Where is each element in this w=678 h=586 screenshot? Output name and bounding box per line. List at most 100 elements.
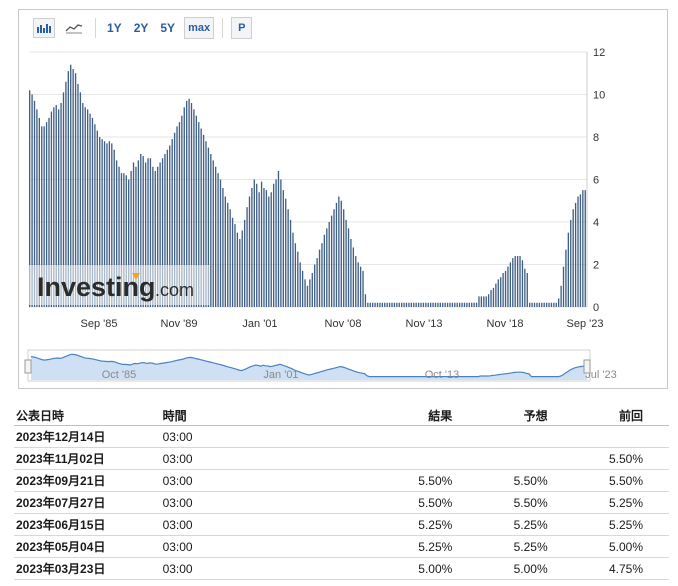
bar (524, 268, 526, 307)
y-tick-label: 6 (593, 175, 599, 187)
x-tick-label: Nov '18 (487, 318, 524, 330)
bar (304, 279, 306, 308)
bar (475, 302, 478, 307)
bar (584, 190, 586, 308)
bar (393, 302, 396, 307)
bar (345, 219, 347, 308)
bar (318, 249, 321, 308)
bar (471, 302, 473, 307)
table-row: 2023年12月14日 03:00 (14, 425, 669, 448)
bar (536, 302, 538, 307)
bar (545, 302, 548, 307)
bar (466, 302, 468, 307)
bar (512, 258, 514, 308)
navigator[interactable]: Oct '85 Jan '01 Oct '13 Jul '23 (24, 349, 617, 382)
cell-date: 2023年12月14日 (14, 425, 161, 448)
bar (282, 190, 284, 308)
bar (372, 302, 374, 307)
bar (239, 239, 241, 307)
header-previous[interactable]: 前回 (549, 405, 669, 426)
bar (275, 179, 277, 307)
bar (326, 228, 328, 308)
table-header-row: 公表日時 時間 結果 予想 前回 (14, 405, 669, 426)
navigator-tick-label: Jan '01 (263, 369, 298, 381)
bar (519, 256, 521, 307)
bar (396, 302, 398, 307)
bar (574, 202, 577, 308)
header-forecast[interactable]: 予想 (454, 405, 550, 426)
bar (439, 302, 441, 307)
bar (451, 302, 454, 307)
bar (248, 196, 251, 307)
chart-panel: 1Y 2Y 5Y max P 0 2 4 6 8 10 12 Sep '85 Nov '89 J… (18, 9, 668, 389)
investing-logo: Investing .com (29, 265, 209, 305)
cell-date: 2023年06月15日 (14, 513, 161, 536)
navigator-left-handle[interactable] (24, 359, 32, 374)
bar (456, 302, 458, 307)
bar (241, 230, 243, 307)
bar (461, 302, 463, 307)
bar (577, 196, 579, 307)
header-actual[interactable]: 結果 (344, 405, 455, 426)
cell-previous: 4.75% (549, 557, 669, 580)
bar (422, 302, 425, 307)
cell-actual: 5.25% (344, 535, 455, 558)
x-tick-label: Sep '85 (81, 318, 118, 330)
bar (251, 188, 253, 307)
bar (376, 302, 379, 307)
bar (369, 302, 371, 307)
bar (516, 256, 519, 307)
bar (219, 179, 222, 307)
bar (388, 302, 391, 307)
cell-forecast: 5.50% (454, 469, 550, 492)
bar (268, 196, 270, 307)
bar (357, 262, 359, 308)
bar (485, 296, 487, 308)
bar (359, 266, 362, 308)
bar (335, 202, 338, 308)
bar (289, 219, 292, 308)
cell-time: 03:00 (160, 535, 345, 558)
bar (531, 302, 533, 307)
bar (543, 302, 545, 307)
bar (260, 181, 263, 308)
cell-actual: 5.50% (344, 491, 455, 514)
cell-forecast: 5.00% (454, 557, 550, 580)
x-tick-label: Nov '89 (161, 318, 198, 330)
bar (234, 224, 236, 308)
header-date[interactable]: 公表日時 (14, 405, 161, 426)
bar (567, 232, 570, 308)
bar (529, 302, 531, 307)
cell-date: 2023年05月04日 (14, 535, 161, 558)
bar (355, 256, 357, 307)
bar (330, 215, 333, 308)
bar (579, 194, 582, 308)
bar (442, 302, 444, 307)
bar (311, 273, 313, 307)
bar (487, 294, 490, 307)
bar (483, 296, 485, 308)
bar (454, 302, 456, 307)
bar (492, 287, 495, 308)
cell-forecast (454, 447, 550, 470)
bar (500, 277, 502, 307)
cell-time: 03:00 (160, 513, 345, 536)
bar (582, 190, 584, 308)
bar (280, 179, 282, 307)
bar (538, 302, 541, 307)
bar (374, 302, 376, 307)
bar (270, 192, 272, 307)
bar (231, 217, 234, 307)
table-row: 2023年11月02日 03:00 5.50% (14, 447, 669, 470)
bar (381, 302, 384, 307)
bar (541, 302, 543, 307)
header-time[interactable]: 時間 (160, 405, 345, 426)
bar (558, 298, 560, 307)
bar (502, 273, 504, 307)
navigator-right-handle[interactable] (583, 359, 591, 374)
bar (548, 302, 550, 307)
logo-suffix: .com (155, 280, 194, 300)
bar (285, 198, 287, 308)
cell-actual: 5.25% (344, 513, 455, 536)
bar (309, 279, 311, 308)
